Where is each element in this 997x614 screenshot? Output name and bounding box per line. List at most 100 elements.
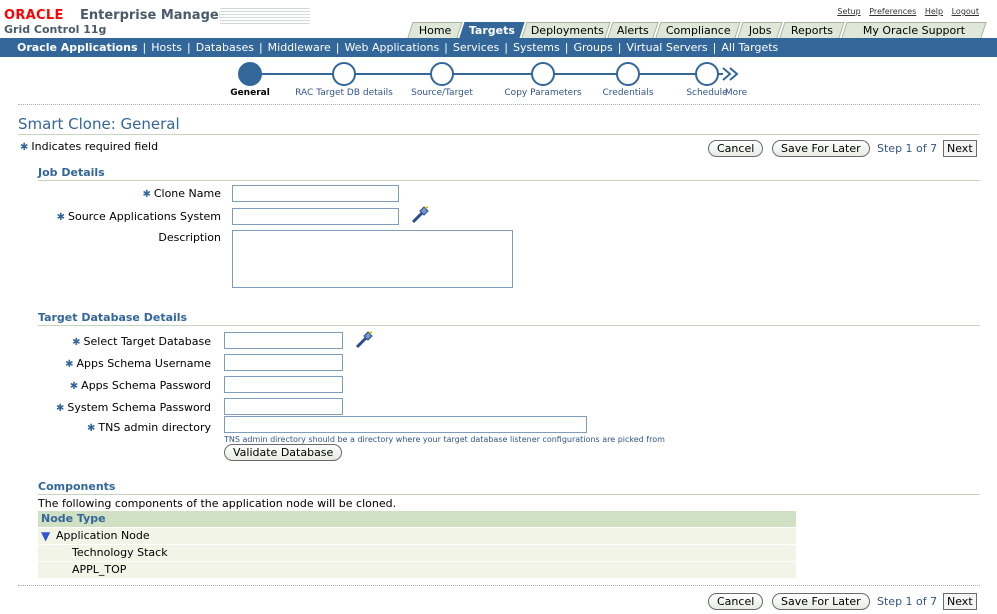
subnav-services[interactable]: Services bbox=[453, 41, 499, 54]
system-schema-password-input[interactable] bbox=[224, 398, 343, 415]
table-row: Technology Stack bbox=[38, 545, 796, 562]
global-links: Setup Preferences Help Logout bbox=[831, 7, 979, 16]
separator: | bbox=[504, 41, 508, 54]
train-step-schedule-marker bbox=[695, 62, 719, 86]
divider bbox=[18, 585, 980, 586]
clone-name-input[interactable] bbox=[232, 185, 399, 202]
train-step-rac[interactable]: RAC Target DB details bbox=[295, 88, 393, 98]
separator: | bbox=[187, 41, 191, 54]
tns-admin-directory-input[interactable] bbox=[224, 416, 587, 433]
product-name: Enterprise Manager bbox=[80, 8, 226, 23]
technology-stack-label: Technology Stack bbox=[72, 546, 168, 559]
preferences-link[interactable]: Preferences bbox=[869, 7, 916, 16]
required-icon: ✱ bbox=[20, 142, 29, 153]
cancel-button-top[interactable]: Cancel bbox=[708, 140, 764, 157]
required-icon: ✱ bbox=[69, 381, 79, 392]
system-schema-password-label: ✱ System Schema Password bbox=[55, 401, 211, 414]
separator: | bbox=[142, 41, 147, 54]
table-row: APPL_TOP bbox=[38, 562, 796, 579]
train-step-general-marker bbox=[238, 62, 262, 86]
appl-top-label: APPL_TOP bbox=[72, 563, 127, 576]
apps-schema-password-input[interactable] bbox=[224, 376, 343, 393]
separator: | bbox=[617, 41, 622, 54]
train-step-copy-parameters[interactable]: Copy Parameters bbox=[504, 88, 581, 98]
tab-deployments[interactable]: Deployments bbox=[521, 22, 611, 38]
page-title: Smart Clone: General bbox=[18, 115, 180, 133]
tab-home[interactable]: Home bbox=[407, 22, 463, 38]
save-for-later-button-top[interactable]: Save For Later bbox=[772, 140, 870, 157]
main-tabs: Home Targets Deployments Alerts Complian… bbox=[407, 22, 997, 38]
validate-database-button[interactable]: Validate Database bbox=[224, 444, 343, 461]
setup-link[interactable]: Setup bbox=[837, 7, 860, 16]
target-db-heading: Target Database Details bbox=[38, 311, 188, 324]
apps-schema-password-label: ✱ Apps Schema Password bbox=[69, 379, 211, 392]
tab-compliance[interactable]: Compliance bbox=[655, 22, 741, 38]
subnav-databases[interactable]: Databases bbox=[196, 41, 254, 54]
oracle-logo: ORACLE bbox=[4, 8, 64, 23]
train-step-schedule[interactable]: Schedule bbox=[686, 88, 727, 98]
step-indicator-top: Step 1 of 7 bbox=[877, 142, 938, 155]
tns-admin-directory-label: ✱ TNS admin directory bbox=[87, 421, 211, 434]
separator: | bbox=[444, 41, 448, 54]
job-details-heading: Job Details bbox=[38, 166, 105, 179]
subnav-middleware[interactable]: Middleware bbox=[268, 41, 331, 54]
brand-logo: ORACLE Enterprise Manager Grid Control 1… bbox=[0, 5, 320, 36]
apps-schema-username-input[interactable] bbox=[224, 354, 343, 371]
search-flashlight-icon[interactable] bbox=[355, 331, 373, 349]
application-node-label: Application Node bbox=[56, 529, 150, 542]
search-flashlight-icon[interactable] bbox=[411, 206, 429, 224]
subnav-oracle-applications[interactable]: Oracle Applications bbox=[17, 41, 138, 54]
train-step-copy-parameters-marker bbox=[531, 62, 555, 86]
subnav-virtual-servers[interactable]: Virtual Servers bbox=[626, 41, 707, 54]
required-icon: ✱ bbox=[55, 403, 65, 414]
subnav-systems[interactable]: Systems bbox=[513, 41, 560, 54]
expand-triangle-icon[interactable]: ▼ bbox=[41, 528, 50, 544]
subnav-all-targets[interactable]: All Targets bbox=[721, 41, 778, 54]
logout-link[interactable]: Logout bbox=[952, 7, 979, 16]
subnav-web-applications[interactable]: Web Applications bbox=[345, 41, 440, 54]
train-step-credentials[interactable]: Credentials bbox=[602, 88, 653, 98]
tab-alerts[interactable]: Alerts bbox=[607, 22, 659, 38]
required-icon: ✱ bbox=[72, 337, 81, 348]
section-divider bbox=[38, 494, 980, 495]
source-system-label: ✱ Source Applications System bbox=[56, 210, 221, 223]
next-button-bottom[interactable]: Next bbox=[943, 593, 977, 610]
logo-stripes bbox=[220, 8, 310, 26]
train-step-more[interactable]: More bbox=[725, 88, 747, 98]
required-note: ✱ Indicates required field bbox=[20, 140, 158, 153]
next-button-top[interactable]: Next bbox=[943, 140, 977, 157]
description-textarea[interactable] bbox=[232, 230, 513, 288]
table-row: ▼ Application Node bbox=[38, 528, 796, 545]
sub-navigation: Oracle Applications | Hosts | Databases | Midd… bbox=[0, 38, 997, 57]
description-label: Description bbox=[158, 231, 221, 244]
apps-schema-username-label: ✱ Apps Schema Username bbox=[65, 357, 211, 370]
tns-hint-text: TNS admin directory should be a director… bbox=[224, 435, 665, 444]
components-intro: The following components of the applicat… bbox=[38, 497, 397, 510]
cancel-button-bottom[interactable]: Cancel bbox=[708, 593, 764, 610]
train-step-source-target[interactable]: Source/Target bbox=[411, 88, 473, 98]
train-step-rac-marker bbox=[332, 62, 356, 86]
train-step-source-target-marker bbox=[430, 62, 454, 86]
train-step-general: General bbox=[230, 88, 270, 98]
subnav-groups[interactable]: Groups bbox=[573, 41, 612, 54]
separator: | bbox=[712, 41, 717, 54]
train-graphic bbox=[238, 62, 739, 86]
components-heading: Components bbox=[38, 480, 116, 493]
source-system-input[interactable] bbox=[232, 208, 399, 225]
subnav-hosts[interactable]: Hosts bbox=[151, 41, 182, 54]
product-edition: Grid Control 11g bbox=[4, 23, 107, 36]
required-icon: ✱ bbox=[87, 423, 96, 434]
separator: | bbox=[258, 41, 263, 54]
title-underline bbox=[18, 134, 980, 135]
select-target-db-label: ✱ Select Target Database bbox=[72, 335, 211, 348]
tab-jobs[interactable]: Jobs bbox=[737, 22, 783, 38]
section-divider bbox=[38, 325, 980, 326]
tab-targets[interactable]: Targets bbox=[459, 22, 525, 38]
required-icon: ✱ bbox=[142, 189, 151, 200]
select-target-db-input[interactable] bbox=[224, 332, 343, 349]
tab-reports[interactable]: Reports bbox=[779, 22, 845, 38]
help-link[interactable]: Help bbox=[925, 7, 943, 16]
separator: | bbox=[335, 41, 340, 54]
tab-my-oracle-support[interactable]: My Oracle Support bbox=[841, 22, 987, 38]
save-for-later-button-bottom[interactable]: Save For Later bbox=[772, 593, 870, 610]
